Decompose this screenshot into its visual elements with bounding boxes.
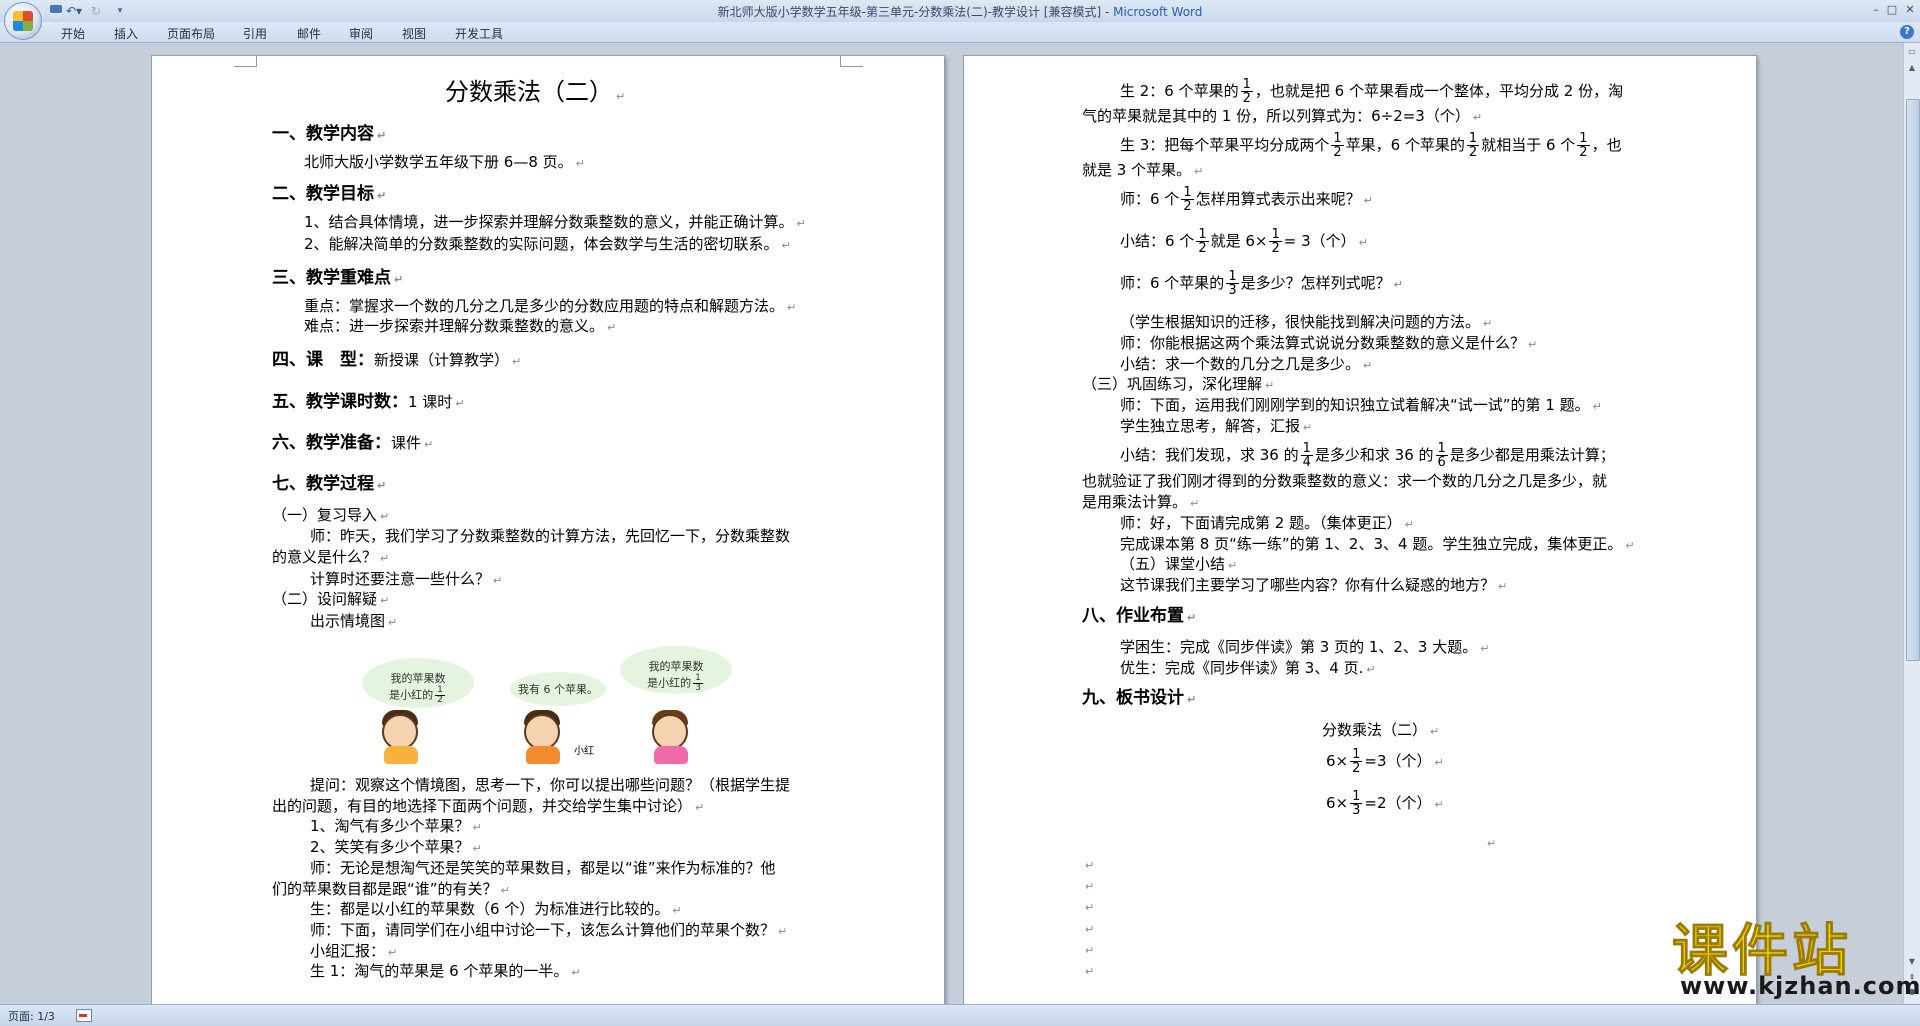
heading-homework: 八、作业布置 ↵ [1082, 606, 1197, 626]
board-formula: 6× 1 2 =3（个） ↵ [1326, 747, 1444, 776]
tab-developer[interactable]: 开发工具 [455, 25, 503, 42]
text-line: 北师大版小学数学五年级下册 6—8 页。 ↵ [304, 153, 585, 171]
paragraph-mark: ↵ [1487, 837, 1497, 850]
text-line: 师：你能根据这两个乘法算式说说分数乘整数的意义是什么？ ↵ [1120, 334, 1538, 352]
text-line: 师：好，下面请完成第 2 题。（集体更正） ↵ [1120, 514, 1414, 532]
title-bar: ↶▾ ↻ ▾ 新北师大版小学数学五年级-第三单元-分数乘法(二)-教学设计 [兼… [0, 0, 1920, 40]
text-line: 出的问题，有目的地选择下面两个问题，并交给学生集中讨论） ↵ [272, 797, 705, 815]
heading-key-points: 三、教学重难点 ↵ [272, 268, 404, 288]
tab-home[interactable]: 开始 [61, 25, 85, 42]
text-line: 生：都是以小红的苹果数（6 个）为标准进行比较的。 ↵ [310, 900, 682, 918]
page-2-content: 生 2：6 个苹果的 1 2 ，也就是把 6 个苹果看成一个整体，平均分成 2 份，淘… [964, 56, 1756, 1004]
text-line: 重点：掌握求一个数的几分之几是多少的分数应用题的特点和解题方法。 ↵ [304, 297, 797, 315]
text-line: 这节课我们主要学习了哪些内容？你有什么疑惑的地方？ ↵ [1120, 576, 1508, 594]
text-line: 生 3：把每个苹果平均分成两个 1 2 苹果，6 个苹果的 1 2 就相当于 6 个 1 2 ，也 [1120, 131, 1622, 160]
text-line: 师：无论是想淘气还是笑笑的苹果数目，都是以“谁”来作为标准的？他 [310, 859, 776, 877]
text-line: 计算时还要注意一些什么？ ↵ [310, 570, 503, 588]
text-line: 们的苹果数目都是跟“谁”的有关？ ↵ [272, 880, 510, 898]
page-1-content: 分数乘法（二） ↵ 一、教学内容 ↵ 北师大版小学数学五年级下册 6—8 页。 ↵ 二… [152, 56, 944, 1004]
window-title: 新北师大版小学数学五年级-第三单元-分数乘法(二)-教学设计 [兼容模式] - … [717, 5, 1203, 19]
tab-page-layout[interactable]: 页面布局 [167, 25, 215, 42]
document-workspace: 分数乘法（二） ↵ 一、教学内容 ↵ 北师大版小学数学五年级下册 6—8 页。 ↵ 二… [0, 43, 1900, 1004]
speech-bubble: 我有 6 个苹果。 [510, 672, 606, 706]
tab-references[interactable]: 引用 [243, 25, 267, 42]
child-name-label: 小红 [574, 746, 594, 757]
scroll-up-icon[interactable]: ▲ [1906, 61, 1918, 75]
text-line: 2、笑笑有多少个苹果？ ↵ [310, 838, 482, 856]
text-line: 是用乘法计算。 ↵ [1082, 493, 1200, 511]
text-line: 出示情境图 ↵ [310, 612, 398, 630]
status-bar: 页面: 1/3 [0, 1004, 1920, 1026]
paragraph-mark: ↵ [1085, 859, 1095, 872]
text-line: 提问：观察这个情境图，思考一下，你可以提出哪些问题？（根据学生提 [310, 776, 791, 794]
watermark-url: www.kjzhan.com [1680, 972, 1920, 1000]
doc-title: 分数乘法（二） ↵ [445, 78, 626, 106]
text-line: 小结：我们发现，求 36 的 1 4 是多少和求 36 的 1 6 是多少都是用乘法计算； [1120, 441, 1615, 470]
speech-bubble: 我的苹果数 是小红的 1 2 [362, 658, 474, 708]
text-line: 完成课本第 8 页“练一练”的第 1、2、3、4 题。学生独立完成，集体更正。 ↵ [1120, 535, 1635, 553]
heading-lesson-type: 四、课 型：新授课（计算教学） ↵ [272, 350, 522, 370]
text-line: 生 2：6 个苹果的 1 2 ，也就是把 6 个苹果看成一个整体，平均分成 2 份，淘 [1120, 77, 1624, 106]
text-line: 气的苹果就是其中的 1 份，所以列算式为：6÷2=3（个） ↵ [1082, 107, 1483, 125]
tab-review[interactable]: 审阅 [349, 25, 373, 42]
text-line: 就是 3 个苹果。 ↵ [1082, 161, 1204, 179]
text-line: 1、淘气有多少个苹果？ ↵ [310, 817, 482, 835]
heading-content: 一、教学内容 ↵ [272, 124, 387, 144]
text-line: 难点：进一步探索并理解分数乘整数的意义。 ↵ [304, 317, 617, 335]
page-2[interactable]: 生 2：6 个苹果的 1 2 ，也就是把 6 个苹果看成一个整体，平均分成 2 份，淘… [964, 56, 1756, 1004]
paragraph-mark: ↵ [1085, 923, 1095, 936]
text-line: （一）复习导入 ↵ [272, 506, 390, 524]
paragraph-mark: ↵ [1085, 944, 1095, 957]
close-icon[interactable]: ✕ [1900, 2, 1920, 18]
paragraph-mark: ↵ [1085, 901, 1095, 914]
board-formula: 6× 1 3 =2（个） ↵ [1326, 789, 1444, 818]
vertical-scrollbar[interactable]: ▭ ▲ ▼ ⇞ ● [1903, 43, 1920, 1004]
paragraph-mark: ↵ [1085, 880, 1095, 893]
office-logo-icon [13, 11, 33, 31]
text-line: 也就验证了我们刚才得到的分数乘整数的意义：求一个数的几分之几是多少，就 [1082, 472, 1608, 490]
text-line: 学生独立思考，解答，汇报 ↵ [1120, 417, 1313, 435]
maximize-icon[interactable]: □ [1882, 2, 1902, 18]
text-line: 师：6 个 1 2 怎样用算式表示出来呢？ ↵ [1120, 185, 1373, 214]
page-count[interactable]: 页面: 1/3 [8, 1008, 55, 1024]
text-line: 师：下面，请同学们在小组中讨论一下，该怎么计算他们的苹果个数？ ↵ [310, 921, 788, 939]
text-line: 学困生：完成《同步伴读》第 3 页的 1、2、3 大题。 ↵ [1120, 638, 1490, 656]
text-line: 师：6 个苹果的 1 3 是多少？怎样列式呢？ ↵ [1120, 269, 1403, 298]
ruler-toggle-icon[interactable]: ▭ [1906, 45, 1918, 59]
office-button[interactable] [4, 2, 42, 40]
tab-view[interactable]: 视图 [402, 25, 426, 42]
help-icon[interactable]: ? [1900, 25, 1914, 39]
text-line: （五）课堂小结 ↵ [1120, 555, 1238, 573]
text-line: 1、结合具体情境，进一步探索并理解分数乘整数的意义，并能正确计算。 ↵ [304, 213, 806, 231]
heading-process: 七、教学过程 ↵ [272, 474, 387, 494]
heading-goals: 二、教学目标 ↵ [272, 184, 387, 204]
text-line: 2、能解决简单的分数乘整数的实际问题，体会数学与生活的密切联系。 ↵ [304, 235, 791, 253]
scroll-down-icon[interactable]: ▼ [1906, 955, 1918, 969]
text-line: 生 1：淘气的苹果是 6 个苹果的一半。 ↵ [310, 962, 581, 980]
scroll-thumb[interactable] [1906, 99, 1920, 661]
text-line: （三）巩固练习，深化理解 ↵ [1082, 375, 1275, 393]
text-line: 师：昨天，我们学习了分数乘整数的计算方法，先回忆一下，分数乘整数 [310, 527, 791, 545]
text-line: （学生根据知识的迁移，很快能找到解决问题的方法。 ↵ [1120, 313, 1493, 331]
text-line: 的意义是什么？ ↵ [272, 548, 390, 566]
heading-lesson-hours: 五、教学课时数：1 课时 ↵ [272, 392, 465, 412]
scenario-illustration: 我的苹果数 是小红的12 我有 6 个苹果。 我的苹果数 是小红的13 [352, 646, 772, 766]
ribbon-tabs: 开始 插入 页面布局 引用 邮件 审阅 视图 开发工具 ? [0, 22, 1920, 43]
page-1[interactable]: 分数乘法（二） ↵ 一、教学内容 ↵ 北师大版小学数学五年级下册 6—8 页。 ↵ 二… [152, 56, 944, 1004]
board-title: 分数乘法（二） ↵ [1322, 721, 1440, 739]
paragraph-mark: ↵ [1085, 965, 1095, 978]
speech-bubble: 我的苹果数 是小红的 1 3 [620, 646, 732, 694]
text-line: 师：下面，运用我们刚刚学到的知识独立试着解决“试一试”的第 1 题。 ↵ [1120, 396, 1602, 414]
proofing-icon[interactable] [76, 1009, 92, 1022]
tab-mailings[interactable]: 邮件 [297, 25, 321, 42]
text-line: 优生：完成《同步伴读》第 3、4 页. ↵ [1120, 659, 1376, 677]
tab-insert[interactable]: 插入 [114, 25, 138, 42]
text-line: 小结：6 个 1 2 就是 6× 1 2 = 3（个） ↵ [1120, 227, 1368, 256]
text-line: 小结：求一个数的几分之几是多少。 ↵ [1120, 355, 1373, 373]
heading-board-design: 九、板书设计 ↵ [1082, 688, 1197, 708]
heading-preparation: 六、教学准备：课件 ↵ [272, 433, 434, 453]
text-line: 小组汇报： ↵ [310, 942, 398, 960]
text-line: （二）设问解疑 ↵ [272, 590, 390, 608]
